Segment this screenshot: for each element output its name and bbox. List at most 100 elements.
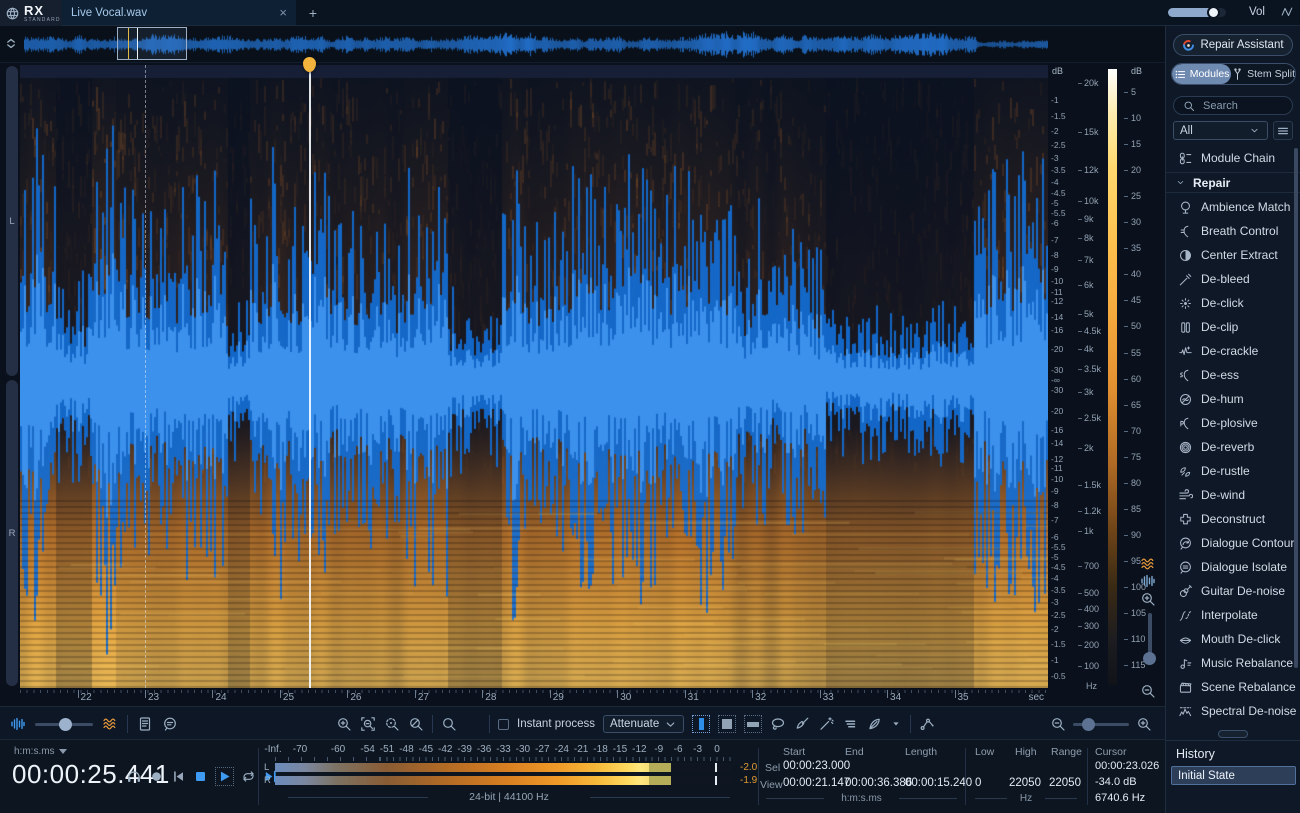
module-item-deconstruct[interactable]: Deconstruct <box>1166 507 1300 531</box>
grab-tool-icon[interactable] <box>465 716 481 732</box>
module-item-de-bleed[interactable]: De-bleed <box>1166 267 1300 291</box>
display-blend-slider[interactable] <box>35 723 93 726</box>
magic-wand-icon[interactable] <box>818 716 834 732</box>
annotations-icon[interactable] <box>162 716 178 732</box>
playhead-line[interactable] <box>309 72 311 688</box>
repair-assistant-button[interactable]: Repair Assistant <box>1173 34 1293 56</box>
zoom-tool-icon[interactable] <box>441 716 457 732</box>
blend-slider-knob[interactable] <box>1143 652 1156 665</box>
display-blend-knob[interactable] <box>59 718 72 731</box>
module-item-label: Deconstruct <box>1201 512 1265 526</box>
module-item-de-wind[interactable]: De-wind <box>1166 483 1300 507</box>
blend-slider[interactable] <box>1148 613 1152 665</box>
volume-slider[interactable] <box>1168 8 1226 17</box>
zoom-focus-icon[interactable] <box>384 716 400 732</box>
vertical-zoom-in-icon[interactable] <box>1140 591 1156 607</box>
module-item-label: De-plosive <box>1201 416 1258 430</box>
process-mode-select[interactable]: Attenuate <box>603 715 684 733</box>
horizontal-zoom-out-icon[interactable] <box>1050 716 1066 732</box>
history-item[interactable]: Initial State <box>1171 766 1296 785</box>
repair-section-header[interactable]: Repair <box>1166 172 1300 193</box>
zoom-reset-icon[interactable] <box>408 716 424 732</box>
time-selection-tool[interactable] <box>692 715 710 733</box>
find-similar-icon[interactable] <box>919 716 935 732</box>
music-rebalance-icon <box>1177 656 1193 671</box>
instant-process-label[interactable]: Instant process <box>517 718 595 730</box>
module-search[interactable] <box>1173 96 1293 115</box>
overview-view-window[interactable] <box>117 27 187 60</box>
return-to-start-button[interactable] <box>171 769 186 784</box>
channel-strip-right[interactable]: R <box>6 380 18 686</box>
file-tab[interactable]: Live Vocal.wav × <box>62 0 296 25</box>
module-item-de-hum[interactable]: De-hum <box>1166 387 1300 411</box>
module-item-dialogue-isolate[interactable]: Dialogue Isolate <box>1166 555 1300 579</box>
tab-stem-split[interactable]: Stem Split <box>1231 64 1295 84</box>
time-frequency-selection-tool[interactable] <box>718 715 736 733</box>
module-item-de-reverb[interactable]: De-reverb <box>1166 435 1300 459</box>
monitor-icon[interactable] <box>126 769 142 785</box>
scene-rebalance-icon <box>1177 680 1193 695</box>
frequency-selection-tool[interactable] <box>744 715 762 733</box>
panel-resize-handle[interactable] <box>1218 730 1248 738</box>
play-button[interactable] <box>217 769 232 784</box>
module-item-mouth-de-click[interactable]: Mouth De-click <box>1166 627 1300 651</box>
dialogue-contour-icon <box>1177 536 1193 551</box>
tab-close-button[interactable]: × <box>279 5 287 20</box>
lasso-selection-icon[interactable] <box>770 716 786 732</box>
module-item-de-plosive[interactable]: De-plosive <box>1166 411 1300 435</box>
time-format[interactable]: h:m:s.ms <box>14 746 67 757</box>
module-item-de-crackle[interactable]: De-crackle <box>1166 339 1300 363</box>
overview-resize-icon[interactable] <box>4 36 19 51</box>
module-list-scrollbar[interactable] <box>1294 148 1298 668</box>
module-item-de-clip[interactable]: De-clip <box>1166 315 1300 339</box>
signal-flow-icon[interactable] <box>1280 5 1294 19</box>
module-list: Ambience MatchBreath ControlCenter Extra… <box>1166 195 1300 723</box>
channel-strip-left[interactable]: L <box>6 66 18 376</box>
module-item-interpolate[interactable]: Interpolate <box>1166 603 1300 627</box>
module-item-de-click[interactable]: De-click <box>1166 291 1300 315</box>
zoom-to-selection-icon[interactable] <box>360 716 376 732</box>
category-filter-select[interactable]: All <box>1173 121 1268 140</box>
spectrogram-display-icon[interactable] <box>102 716 118 732</box>
module-item-de-rustle[interactable]: De-rustle <box>1166 459 1300 483</box>
spectrogram-view-icon[interactable] <box>1140 556 1156 572</box>
spectrogram-canvas[interactable] <box>20 65 1048 688</box>
meter-label-left: L <box>264 762 269 773</box>
record-button[interactable] <box>149 769 164 784</box>
horizontal-zoom-slider[interactable] <box>1073 723 1129 726</box>
module-chain-item[interactable]: Module Chain <box>1166 146 1300 170</box>
module-item-music-rebalance[interactable]: Music Rebalance <box>1166 651 1300 675</box>
channel-label-left: L <box>9 216 14 227</box>
search-input[interactable] <box>1201 99 1283 113</box>
feather-dropdown-icon[interactable] <box>890 718 902 730</box>
stop-button[interactable] <box>193 769 208 784</box>
module-item-guitar-de-noise[interactable]: Guitar De-noise <box>1166 579 1300 603</box>
module-item-spectral-de-noise[interactable]: Spectral De-noise <box>1166 699 1300 723</box>
list-options-button[interactable] <box>1273 121 1293 140</box>
horizontal-zoom-knob[interactable] <box>1082 718 1095 731</box>
feather-tool-icon[interactable] <box>866 716 882 732</box>
module-item-breath-control[interactable]: Breath Control <box>1166 219 1300 243</box>
volume-knob[interactable] <box>1207 6 1220 19</box>
instant-process-checkbox[interactable] <box>498 719 509 730</box>
tab-modules[interactable]: Modules <box>1172 64 1231 84</box>
waveform-overview[interactable] <box>0 26 1165 63</box>
level-meters[interactable]: -Inf.-70-60-54-51-48-45-42-39-36-33-30-2… <box>262 740 756 813</box>
de-clip-icon <box>1177 320 1193 335</box>
zoom-in-icon[interactable] <box>336 716 352 732</box>
tab-modules-label: Modules <box>1190 68 1230 80</box>
module-item-scene-rebalance[interactable]: Scene Rebalance <box>1166 675 1300 699</box>
brush-selection-icon[interactable] <box>794 716 810 732</box>
spectrogram-settings-icon[interactable] <box>137 716 153 732</box>
module-item-dialogue-contour[interactable]: Dialogue Contour <box>1166 531 1300 555</box>
module-item-center-extract[interactable]: Center Extract <box>1166 243 1300 267</box>
selection-feather-amount-icon[interactable] <box>842 716 858 732</box>
waveform-display-icon[interactable] <box>10 716 26 732</box>
horizontal-zoom-in-icon[interactable] <box>1136 716 1152 732</box>
module-item-de-ess[interactable]: De-ess <box>1166 363 1300 387</box>
waveform-view-icon[interactable] <box>1140 573 1156 589</box>
vertical-zoom-out-icon[interactable] <box>1140 683 1156 699</box>
new-tab-button[interactable]: + <box>296 0 330 25</box>
module-item-ambience-match[interactable]: Ambience Match <box>1166 195 1300 219</box>
loop-button[interactable] <box>241 769 256 784</box>
